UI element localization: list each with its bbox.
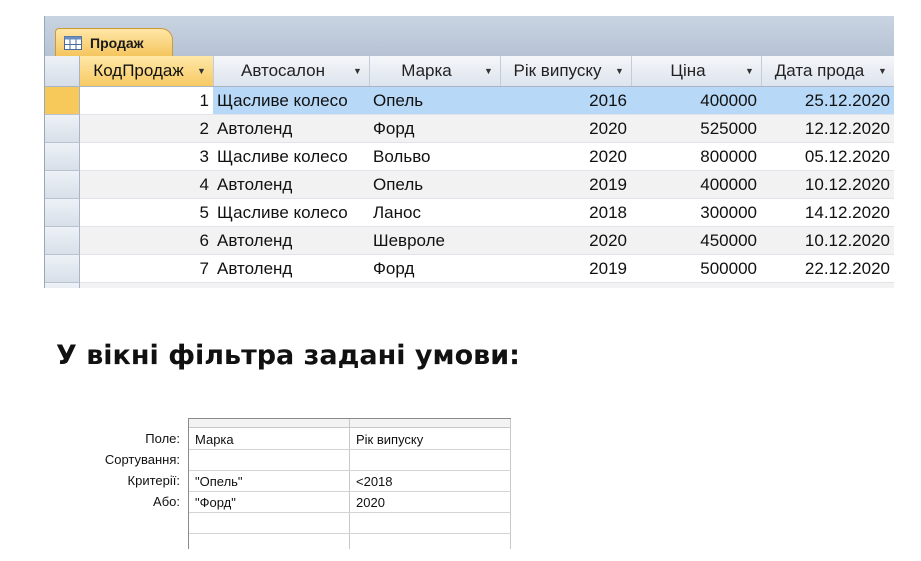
select-all-corner[interactable]: [45, 56, 80, 86]
datasheet-grid: КодПродаж ▼ Автосалон ▼ Марка ▼ Рік випу…: [45, 56, 894, 288]
table-row[interactable]: 4 Автоленд Опель 2019 400000 10.12.2020: [45, 171, 894, 199]
label-sort: Сортування:: [104, 452, 180, 467]
table-row[interactable]: 2 Автоленд Форд 2020 525000 12.12.2020: [45, 115, 894, 143]
field-cell-rik[interactable]: Рік випуску: [350, 429, 510, 450]
dropdown-arrow-icon[interactable]: ▼: [353, 66, 363, 76]
or-cell-rik[interactable]: 2020: [350, 492, 510, 513]
criteria-cell-rik[interactable]: <2018: [350, 471, 510, 492]
record-selector[interactable]: [45, 171, 80, 199]
document-tab-strip: Продаж: [45, 16, 894, 57]
dropdown-arrow-icon[interactable]: ▼: [615, 66, 625, 76]
row-divider: [189, 533, 511, 534]
label-field: Поле:: [145, 431, 180, 446]
table-row[interactable]: 6 Автоленд Шевроле 2020 450000 10.12.202…: [45, 227, 894, 255]
dropdown-arrow-icon[interactable]: ▼: [484, 66, 494, 76]
column-divider: [510, 419, 511, 549]
column-header-kodprodazh[interactable]: КодПродаж ▼: [80, 56, 214, 86]
criteria-cell-marka[interactable]: "Опель": [189, 471, 349, 492]
record-selector[interactable]: [45, 227, 80, 255]
field-cell-marka[interactable]: Марка: [189, 429, 349, 450]
record-selector[interactable]: [45, 283, 80, 288]
filter-row-labels: Поле: Сортування: Критерії: Або:: [60, 428, 180, 512]
column-header-row: КодПродаж ▼ Автосалон ▼ Марка ▼ Рік випу…: [45, 56, 894, 87]
column-header-rik-vypusku[interactable]: Рік випуску ▼: [500, 56, 632, 86]
column-header-tsina[interactable]: Ціна ▼: [631, 56, 762, 86]
table-row[interactable]: 7 Автоленд Форд 2019 500000 22.12.2020: [45, 255, 894, 283]
table-row[interactable]: 5 Щасливе колесо Ланос 2018 300000 14.12…: [45, 199, 894, 227]
dropdown-arrow-icon[interactable]: ▼: [745, 66, 755, 76]
tab-title: Продаж: [90, 35, 144, 51]
label-or: Або:: [153, 494, 180, 509]
table-icon: [64, 36, 82, 50]
column-header-avtosalon[interactable]: Автосалон ▼: [213, 56, 370, 86]
datasheet-window: Продаж КодПродаж ▼ Автосалон ▼ Марка ▼ Р…: [44, 16, 894, 288]
record-selector[interactable]: [45, 255, 80, 283]
filter-design-grid: Марка Рік випуску "Опель" <2018 "Форд" 2…: [188, 418, 511, 549]
table-row[interactable]: 1 Щасливе колесо Опель 2016 400000 25.12…: [45, 87, 894, 115]
record-selector[interactable]: [45, 199, 80, 227]
record-selector[interactable]: [45, 143, 80, 171]
tab-prodazh[interactable]: Продаж: [55, 28, 173, 57]
label-criteria: Критерії:: [127, 473, 180, 488]
record-selector[interactable]: [45, 115, 80, 143]
or-cell-marka[interactable]: "Форд": [189, 492, 349, 513]
column-header-marka[interactable]: Марка ▼: [369, 56, 501, 86]
new-record-row[interactable]: [45, 283, 894, 288]
table-row[interactable]: 3 Щасливе колесо Вольво 2020 800000 05.1…: [45, 143, 894, 171]
record-selector[interactable]: [45, 87, 80, 115]
dropdown-arrow-icon[interactable]: ▼: [878, 66, 888, 76]
grid-column-selector-bar[interactable]: [189, 419, 511, 428]
question-heading: У вікні фільтра задані умови:: [56, 340, 520, 371]
dropdown-arrow-icon[interactable]: ▼: [197, 66, 207, 76]
column-header-data-prodazhu[interactable]: Дата прода ▼: [761, 56, 894, 86]
